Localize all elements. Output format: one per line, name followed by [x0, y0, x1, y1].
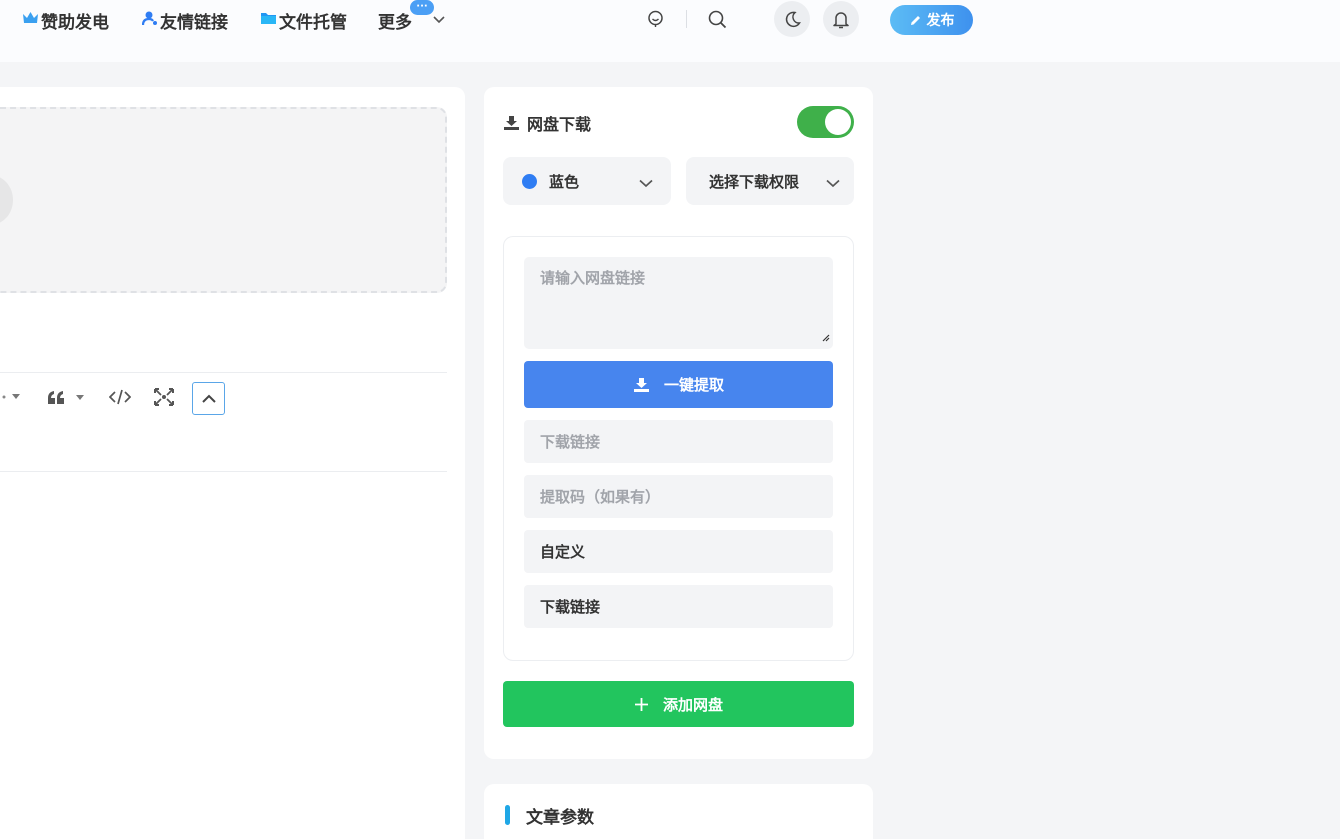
search-icon[interactable] [707, 9, 727, 29]
add-netdisk-label: 添加网盘 [662, 695, 723, 714]
fullscreen-icon [153, 387, 175, 407]
code-button[interactable] [107, 383, 133, 411]
chevron-down-icon [826, 174, 840, 192]
netdisk-entry-card: 请输入网盘链接 一键提取 下载链接 提取码（如果有） 自定义 下载链接 [503, 236, 854, 661]
color-select[interactable]: 蓝色 [503, 157, 671, 205]
pencil-icon [909, 14, 922, 27]
add-netdisk-button[interactable]: 添加网盘 [503, 681, 854, 727]
bell-icon [833, 10, 849, 29]
download-icon [633, 377, 650, 393]
extract-button[interactable]: 一键提取 [524, 361, 833, 408]
notification-button[interactable] [823, 1, 859, 37]
nav-item-friend-links[interactable]: 友情链接 [141, 8, 228, 33]
resize-handle-icon[interactable] [820, 328, 830, 346]
fullscreen-button[interactable] [151, 383, 177, 411]
publish-button[interactable]: 发布 [890, 5, 973, 35]
top-nav: 赞助发电 友情链接 文件托管 更多 ··· 发布 [0, 0, 1340, 62]
download-link-input[interactable]: 下载链接 [524, 420, 833, 463]
netdisk-panel: 网盘下载 蓝色 选择下载权限 请输入网盘链接 一键提取 下载链接 提取码（如果有… [484, 87, 873, 759]
color-swatch [522, 173, 537, 189]
netdisk-panel-header: 网盘下载 [503, 111, 591, 135]
extract-code-input[interactable]: 提取码（如果有） [524, 475, 833, 518]
theme-face-icon[interactable] [645, 9, 665, 29]
custom-value-input[interactable]: 下载链接 [524, 585, 833, 628]
netdisk-title: 网盘下载 [527, 115, 592, 134]
color-select-value: 蓝色 [549, 172, 580, 191]
custom-label-value: 自定义 [540, 543, 586, 561]
nav-item-file-hosting[interactable]: 文件托管 [260, 8, 347, 33]
quote-button[interactable] [44, 383, 88, 411]
crown-icon [22, 10, 39, 30]
netdisk-link-textarea[interactable]: 请输入网盘链接 [524, 257, 833, 349]
chevron-down-icon [639, 174, 653, 192]
plus-icon [634, 697, 649, 712]
download-icon [503, 115, 520, 131]
download-link-placeholder: 下载链接 [540, 433, 601, 451]
editor-panel [0, 87, 465, 839]
nav-item-label: 文件托管 [279, 12, 347, 33]
cover-upload-dropzone[interactable] [0, 107, 447, 293]
nav-item-sponsor[interactable]: 赞助发电 [22, 8, 109, 33]
nav-item-label: 友情链接 [160, 12, 228, 33]
nav-item-label: 更多 [378, 12, 412, 33]
extract-code-placeholder: 提取码（如果有） [540, 488, 661, 506]
quote-icon [46, 389, 86, 405]
section-accent-bar [505, 805, 510, 825]
more-badge: ··· [410, 0, 434, 15]
netdisk-toggle[interactable] [797, 106, 854, 138]
toggle-knob [825, 109, 851, 135]
toolbar-bottom-divider [0, 471, 447, 472]
toolbar-top-divider [0, 372, 447, 373]
chevron-up-icon [201, 394, 217, 404]
code-icon [109, 389, 131, 405]
moon-icon [784, 11, 801, 28]
permission-select-value: 选择下载权限 [709, 172, 800, 191]
extract-button-label: 一键提取 [663, 376, 724, 394]
custom-label-input[interactable]: 自定义 [524, 530, 833, 573]
textarea-placeholder: 请输入网盘链接 [540, 269, 646, 287]
article-params-panel: 文章参数 [484, 784, 873, 839]
nav-item-label: 赞助发电 [41, 12, 109, 33]
toolbar-dropdown-arrow[interactable] [0, 383, 24, 411]
collapse-toolbar-button[interactable] [192, 382, 225, 415]
folder-icon [260, 10, 277, 30]
chevron-down-icon [433, 16, 445, 24]
dark-mode-button[interactable] [774, 1, 810, 37]
publish-label: 发布 [926, 13, 955, 29]
user-icon [141, 10, 158, 31]
nav-divider [686, 10, 687, 28]
article-params-title: 文章参数 [526, 808, 594, 828]
permission-select[interactable]: 选择下载权限 [686, 157, 854, 205]
custom-value-text: 下载链接 [540, 598, 601, 616]
